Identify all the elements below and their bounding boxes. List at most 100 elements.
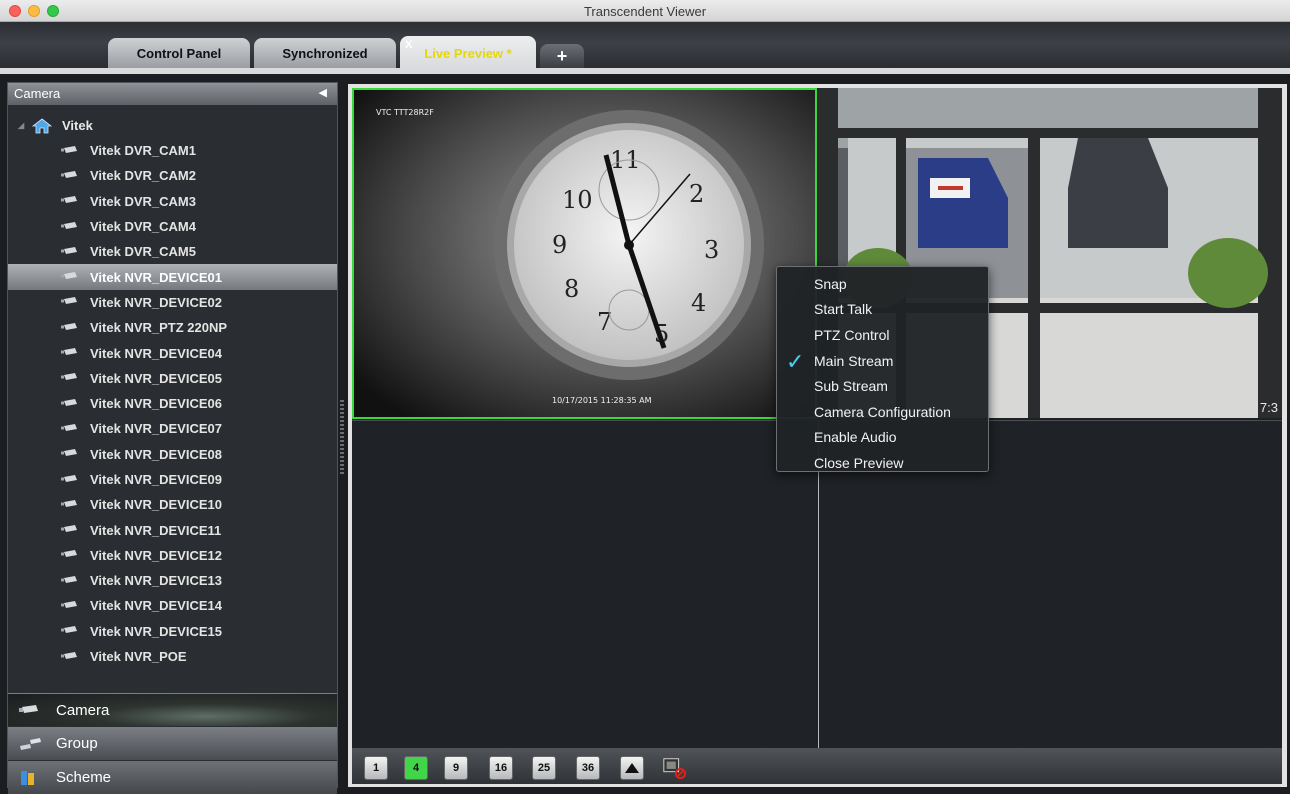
device-label: Vitek NVR_DEVICE12: [90, 547, 222, 563]
menu-item-label: Sub Stream: [814, 378, 888, 395]
device-item[interactable]: Vitek DVR_CAM1: [8, 138, 337, 163]
device-item[interactable]: Vitek NVR_DEVICE06: [8, 391, 337, 416]
camera-icon: [61, 423, 77, 431]
menu-item-label: Close Preview: [814, 454, 904, 471]
svg-text:2: 2: [689, 180, 704, 208]
menu-item-label: Enable Audio: [814, 429, 897, 446]
svg-text:4: 4: [691, 289, 706, 317]
camera-icon: [61, 272, 77, 280]
menu-item-enable-audio[interactable]: Enable Audio: [777, 425, 988, 451]
tab-strip: Control Panel Synchronized X Live Previe…: [0, 22, 1290, 74]
device-item[interactable]: Vitek NVR_DEVICE05: [8, 366, 337, 391]
layout-4-button[interactable]: 4: [404, 756, 428, 780]
menu-item-snap[interactable]: Snap: [777, 271, 988, 297]
context-menu: Snap Start Talk PTZ Control ✓ Main Strea…: [776, 266, 989, 472]
menu-item-main-stream[interactable]: ✓ Main Stream: [777, 348, 988, 374]
camera-icon: [61, 499, 77, 507]
device-item[interactable]: Vitek NVR_DEVICE08: [8, 442, 337, 467]
preview-cell-1[interactable]: 1123 457 8910 VTC TTT28R2F 10/17/2015 11…: [352, 88, 817, 419]
device-item[interactable]: Vitek NVR_DEVICE13: [8, 568, 337, 593]
menu-item-label: Main Stream: [814, 352, 894, 369]
camera-icon: [61, 196, 77, 204]
svg-text:3: 3: [704, 236, 719, 264]
menu-item-camera-configuration[interactable]: Camera Configuration: [777, 399, 988, 425]
window-title: Transcendent Viewer: [583, 4, 707, 19]
device-item[interactable]: Vitek NVR_DEVICE02: [8, 290, 337, 315]
device-item[interactable]: Vitek NVR_DEVICE10: [8, 492, 337, 517]
device-item[interactable]: Vitek NVR_DEVICE09: [8, 467, 337, 492]
device-item[interactable]: Vitek NVR_DEVICE04: [8, 340, 337, 365]
tab-synchronized[interactable]: Synchronized: [254, 38, 396, 68]
layout-16-button[interactable]: 16: [489, 756, 513, 780]
device-label: Vitek NVR_DEVICE09: [90, 472, 222, 487]
group-section-button[interactable]: Group: [8, 727, 337, 760]
camera-section-button[interactable]: Camera: [8, 693, 337, 726]
device-item[interactable]: Vitek NVR_DEVICE15: [8, 619, 337, 644]
device-label: Vitek NVR_DEVICE07: [90, 421, 222, 437]
svg-text:10: 10: [562, 186, 593, 214]
camera-icon: [61, 575, 77, 583]
close-tab-icon[interactable]: X: [405, 39, 412, 51]
scheme-section-button[interactable]: Scheme: [8, 761, 337, 794]
device-item[interactable]: Vitek NVR_PTZ 220NP: [8, 315, 337, 340]
svg-text:7: 7: [597, 308, 612, 336]
collapse-panel-icon[interactable]: ◀: [319, 86, 327, 99]
device-label: Vitek DVR_CAM4: [90, 219, 196, 235]
tab-control-panel[interactable]: Control Panel: [108, 38, 250, 68]
camera-icon: [61, 322, 77, 330]
device-item[interactable]: Vitek NVR_DEVICE12: [8, 543, 337, 568]
device-item[interactable]: Vitek DVR_CAM2: [8, 163, 337, 188]
group-section-label: Group: [56, 735, 98, 752]
triangle-up-icon[interactable]: [620, 756, 644, 780]
camera-panel-header: Camera ◀: [8, 83, 337, 105]
svg-text:8: 8: [564, 275, 579, 303]
layout-25-button[interactable]: 25: [532, 756, 556, 780]
menu-item-ptz-control[interactable]: PTZ Control: [777, 322, 988, 348]
menu-item-sub-stream[interactable]: Sub Stream: [777, 373, 988, 399]
camera-icon: [61, 297, 77, 305]
device-label: Vitek NVR_DEVICE13: [90, 573, 222, 589]
device-item[interactable]: Vitek NVR_DEVICE14: [8, 593, 337, 618]
group-icon: [20, 737, 41, 750]
device-label: Vitek DVR_CAM5: [90, 244, 196, 260]
tab-live-preview-label: Live Preview *: [424, 45, 512, 61]
preview-cell-3[interactable]: [352, 420, 817, 750]
camera-icon: [61, 474, 77, 482]
tab-live-preview[interactable]: X Live Preview *: [400, 36, 536, 70]
device-label: Vitek NVR_DEVICE15: [90, 623, 222, 639]
menu-item-close-preview[interactable]: Close Preview: [777, 450, 988, 476]
checkmark-icon: ✓: [786, 348, 805, 374]
device-label: Vitek NVR_DEVICE08: [90, 446, 222, 462]
device-label: Vitek NVR_DEVICE01: [90, 269, 222, 285]
tree-root-vitek[interactable]: ◢ Vitek: [8, 113, 337, 138]
stop-all-preview-icon[interactable]: [662, 756, 686, 780]
device-label: Vitek NVR_DEVICE14: [90, 598, 222, 614]
expand-triangle-icon[interactable]: ◢: [18, 121, 32, 130]
device-label: Vitek NVR_DEVICE05: [90, 370, 222, 386]
device-item[interactable]: Vitek DVR_CAM4: [8, 214, 337, 239]
device-label: Vitek NVR_PTZ 220NP: [90, 320, 228, 336]
layout-9-button[interactable]: 9: [444, 756, 468, 780]
scheme-icon: [21, 770, 34, 785]
device-item[interactable]: Vitek NVR_DEVICE07: [8, 416, 337, 441]
menu-item-start-talk[interactable]: Start Talk: [777, 297, 988, 323]
camera-name-overlay: VTC TTT28R2F: [376, 108, 434, 117]
device-label: Vitek NVR_DEVICE04: [90, 345, 222, 361]
device-item[interactable]: Vitek NVR_DEVICE11: [8, 517, 337, 542]
panel-splitter[interactable]: [340, 400, 344, 476]
camera-icon: [61, 145, 77, 153]
device-item[interactable]: Vitek DVR_CAM5: [8, 239, 337, 264]
device-label: Vitek NVR_DEVICE02: [90, 294, 222, 310]
camera-icon: [61, 373, 77, 381]
add-tab-button[interactable]: +: [540, 44, 584, 68]
clock-video-feed: 1123 457 8910: [354, 90, 815, 417]
device-item[interactable]: Vitek NVR_POE: [8, 644, 337, 669]
layout-1-button[interactable]: 1: [364, 756, 388, 780]
camera-icon: [61, 600, 77, 608]
device-item[interactable]: Vitek DVR_CAM3: [8, 189, 337, 214]
camera-icon: [61, 221, 77, 229]
device-label: Vitek DVR_CAM2: [90, 168, 196, 184]
svg-text:9: 9: [552, 231, 567, 259]
device-item[interactable]: Vitek NVR_DEVICE01: [8, 264, 337, 290]
layout-36-button[interactable]: 36: [576, 756, 600, 780]
